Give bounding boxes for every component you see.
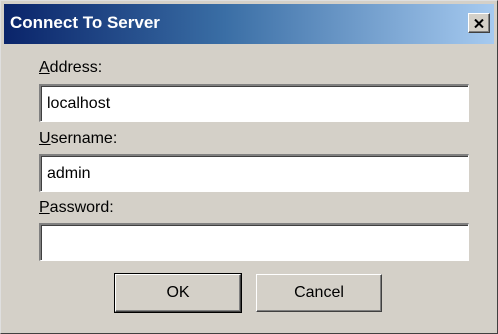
address-label-text: ddress: <box>49 59 103 76</box>
window-title: Connect To Server <box>10 13 160 32</box>
ok-button[interactable]: OK <box>114 273 242 313</box>
address-label-mnemonic: A <box>39 59 50 76</box>
address-field[interactable] <box>39 84 469 122</box>
password-label-mnemonic: P <box>39 199 50 216</box>
password-label-text: assword: <box>49 199 114 216</box>
cancel-button[interactable]: Cancel <box>256 274 382 312</box>
title-bar[interactable]: Connect To Server <box>4 4 494 44</box>
connect-dialog: Connect To Server Address: Username: Pas… <box>0 0 498 334</box>
username-field[interactable] <box>39 154 469 192</box>
close-button[interactable] <box>468 13 490 33</box>
password-field[interactable] <box>39 223 469 261</box>
username-label-text: sername: <box>50 130 118 147</box>
close-icon <box>474 18 484 28</box>
password-label: Password: <box>39 199 114 217</box>
username-label: Username: <box>39 130 117 148</box>
address-label: Address: <box>39 59 102 77</box>
username-label-mnemonic: U <box>39 130 51 147</box>
